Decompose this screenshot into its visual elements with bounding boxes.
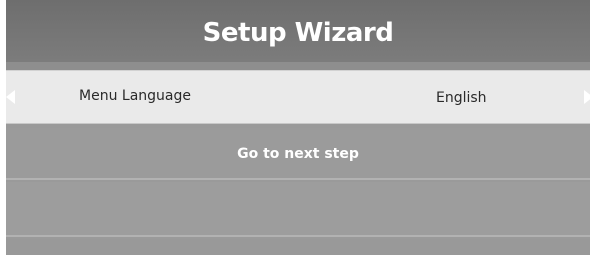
setup-wizard-screen: Setup Wizard Menu Language English Go to… bbox=[6, 0, 590, 255]
header-divider bbox=[6, 62, 590, 70]
menu-language-row[interactable]: Menu Language English bbox=[6, 70, 590, 124]
menu-language-value[interactable]: English bbox=[436, 90, 487, 106]
menu-language-label: Menu Language bbox=[79, 88, 191, 104]
header-bar: Setup Wizard bbox=[6, 0, 590, 62]
empty-row bbox=[6, 182, 590, 237]
next-step-button[interactable]: Go to next step bbox=[6, 128, 590, 180]
triangle-left-icon[interactable] bbox=[6, 90, 15, 104]
triangle-right-icon[interactable] bbox=[584, 90, 590, 104]
next-step-label: Go to next step bbox=[237, 146, 359, 162]
page-title: Setup Wizard bbox=[202, 18, 394, 48]
bottom-row bbox=[6, 239, 590, 255]
